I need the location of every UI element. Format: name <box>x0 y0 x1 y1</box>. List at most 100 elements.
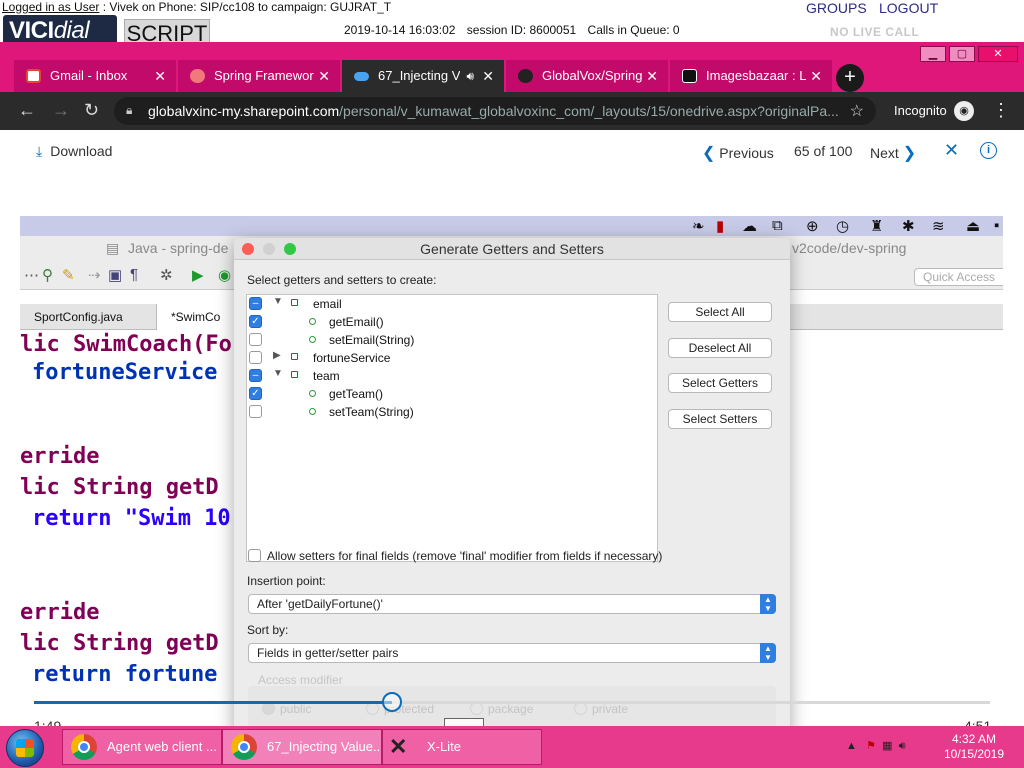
calls-in-queue: Calls in Queue: 0 <box>587 23 680 37</box>
taskbar-clock[interactable]: 4:32 AM 10/15/2019 <box>936 732 1012 762</box>
next-button[interactable]: Next ❯ <box>870 143 916 163</box>
eject-icon: ⏏ <box>966 218 981 235</box>
session-id: session ID: 8600051 <box>466 23 577 37</box>
tab-close-icon[interactable]: ✕ <box>482 60 494 92</box>
reload-icon[interactable]: ↻ <box>84 100 99 120</box>
network-icon[interactable]: ▦ <box>882 740 892 752</box>
taskbar-item-x-lite[interactable]: ✕ X-Lite <box>382 729 542 765</box>
video-frame[interactable]: ❧ ▮ ☁ ⧉ ⊕ ◷ ♜ ✱ ≋ ⏏ ▪ ▤ Java - spring-de… <box>20 216 1003 764</box>
tab-close-icon[interactable]: ✕ <box>810 60 822 92</box>
screen-share-icon: ⧉ <box>772 217 783 234</box>
code-line: fortuneService <box>32 360 218 385</box>
tree-row-get-email[interactable]: ✓ getEmail() <box>247 313 657 331</box>
bookmark-star-icon[interactable]: ☆ <box>850 101 864 121</box>
cloud-upload-icon: ☁ <box>742 218 757 235</box>
partial-checkbox[interactable]: – <box>249 297 262 310</box>
field-icon <box>291 353 298 360</box>
previous-button[interactable]: ❮ Previous <box>702 143 774 163</box>
select-all-button[interactable]: Select All <box>668 302 772 322</box>
taskbar-item-injecting-value[interactable]: 67_Injecting Value... <box>222 729 382 765</box>
unchecked-checkbox[interactable] <box>249 405 262 418</box>
seek-handle[interactable] <box>381 692 402 712</box>
checked-checkbox[interactable]: ✓ <box>249 387 262 400</box>
info-icon[interactable]: i <box>980 142 997 159</box>
back-icon[interactable]: ← <box>18 100 36 120</box>
tree-row-set-email[interactable]: setEmail(String) <box>247 331 657 349</box>
incognito-icon[interactable]: ◉ <box>954 101 974 121</box>
select-getters-button[interactable]: Select Getters <box>668 373 772 393</box>
system-tray: ▲ ⚑ ▦ 🔊︎ <box>846 739 906 753</box>
code-line: lic String getD <box>20 475 219 500</box>
quick-access-field[interactable]: Quick Access <box>914 268 1003 286</box>
groups-link[interactable]: GROUPS <box>806 0 867 16</box>
java-icon: ▤ <box>106 240 120 256</box>
tab-close-icon[interactable]: ✕ <box>318 60 330 92</box>
tree-row-team[interactable]: – ▼ team <box>247 367 657 385</box>
minimize-button[interactable]: ▁ <box>920 46 946 62</box>
allow-final-checkbox[interactable] <box>248 549 261 562</box>
tab-gmail[interactable]: Gmail - Inbox ✕ <box>14 60 176 92</box>
tab-spring-framework[interactable]: Spring Framework ✕ <box>178 60 340 92</box>
browser-window: ▁ ▢ ✕ Gmail - Inbox ✕ Spring Framework ✕… <box>0 42 1024 764</box>
film-icon: ▮ <box>716 218 725 235</box>
collapsed-triangle-icon[interactable]: ▶ <box>273 350 281 361</box>
taskbar-item-agent-web-client[interactable]: Agent web client ... <box>62 729 222 765</box>
tab-github[interactable]: GlobalVox/SpringB ✕ <box>506 60 668 92</box>
tab-injecting-value[interactable]: 67_Injecting V 🔊︎ ✕ <box>342 60 504 92</box>
evernote-icon: ❧ <box>692 218 705 235</box>
menu-extra-icon: ▪ <box>994 217 1000 234</box>
expanded-triangle-icon[interactable]: ▼ <box>273 368 283 379</box>
clock-date: 10/15/2019 <box>943 747 1005 761</box>
eclipse-title-right: v2code/dev-spring <box>792 240 907 256</box>
kebab-menu-icon[interactable]: ⋮ <box>992 100 1010 121</box>
arrow-icon: ⇢ <box>88 267 101 284</box>
time-machine-icon: ◷ <box>836 218 850 235</box>
tree-row-email[interactable]: – ▼ email <box>247 295 657 313</box>
deselect-all-button[interactable]: Deselect All <box>668 338 772 358</box>
tree-row-get-team[interactable]: ✓ getTeam() <box>247 385 657 403</box>
download-icon: ⤓ <box>36 143 43 159</box>
tab-title: Gmail - Inbox <box>50 68 128 83</box>
seek-progress <box>34 701 392 704</box>
action-center-icon[interactable]: ⚑ <box>866 740 876 752</box>
seek-bar[interactable] <box>34 692 990 712</box>
sort-by-label: Sort by: <box>247 623 289 637</box>
insertion-point-select[interactable]: After 'getDailyFortune()' ▲ ▼ <box>248 594 776 614</box>
address-bar[interactable]: 🔒︎ globalvxinc-my.sharepoint.com/persona… <box>114 97 876 125</box>
tree-row-set-team[interactable]: setTeam(String) <box>247 403 657 421</box>
logout-link[interactable]: LOGOUT <box>879 0 938 16</box>
new-tab-button[interactable]: + <box>836 64 864 92</box>
tab-close-icon[interactable]: ✕ <box>154 60 166 92</box>
radio-package-label: package <box>488 702 534 716</box>
show-hidden-icons[interactable]: ▲ <box>846 740 857 752</box>
checked-checkbox[interactable]: ✓ <box>249 315 262 328</box>
unchecked-checkbox[interactable] <box>249 351 262 364</box>
download-button[interactable]: ⤓ Download <box>36 143 112 160</box>
close-viewer-icon[interactable]: ✕ <box>944 140 959 161</box>
tie-icon: ♜ <box>870 218 884 235</box>
forward-icon[interactable]: → <box>52 100 70 120</box>
bluetooth-icon: ✱ <box>902 218 915 235</box>
incognito-label: Incognito <box>894 103 947 118</box>
tab-imagesbazaar[interactable]: Imagesbazaar : Lar ✕ <box>670 60 832 92</box>
gmail-icon <box>26 69 41 83</box>
start-button[interactable] <box>6 729 44 767</box>
partial-checkbox[interactable]: – <box>249 369 262 382</box>
expanded-triangle-icon[interactable]: ▼ <box>273 296 283 307</box>
vicidial-header: Logged in as User : Vivek on Phone: SIP/… <box>0 0 1024 48</box>
maximize-button[interactable]: ▢ <box>949 46 975 62</box>
tree-row-fortune-service[interactable]: ▶ fortuneService <box>247 349 657 367</box>
chevron-right-icon: ❯ <box>902 145 917 162</box>
window-close-button[interactable]: ✕ <box>978 46 1018 62</box>
unchecked-checkbox[interactable] <box>249 333 262 346</box>
volume-tray-icon[interactable]: 🔊︎ <box>899 740 906 752</box>
clock-time: 4:32 AM <box>951 732 997 746</box>
speaker-icon: 🔊︎ <box>466 69 474 83</box>
tab-strip: Gmail - Inbox ✕ Spring Framework ✕ 67_In… <box>14 60 834 92</box>
tab-close-icon[interactable]: ✕ <box>646 60 658 92</box>
sort-by-select[interactable]: Fields in getter/setter pairs ▲ ▼ <box>248 643 776 663</box>
build-icon: ▣ <box>108 267 123 284</box>
tab-sportconfig[interactable]: SportConfig.java <box>20 304 154 330</box>
spring-icon <box>190 69 205 83</box>
select-setters-button[interactable]: Select Setters <box>668 409 772 429</box>
